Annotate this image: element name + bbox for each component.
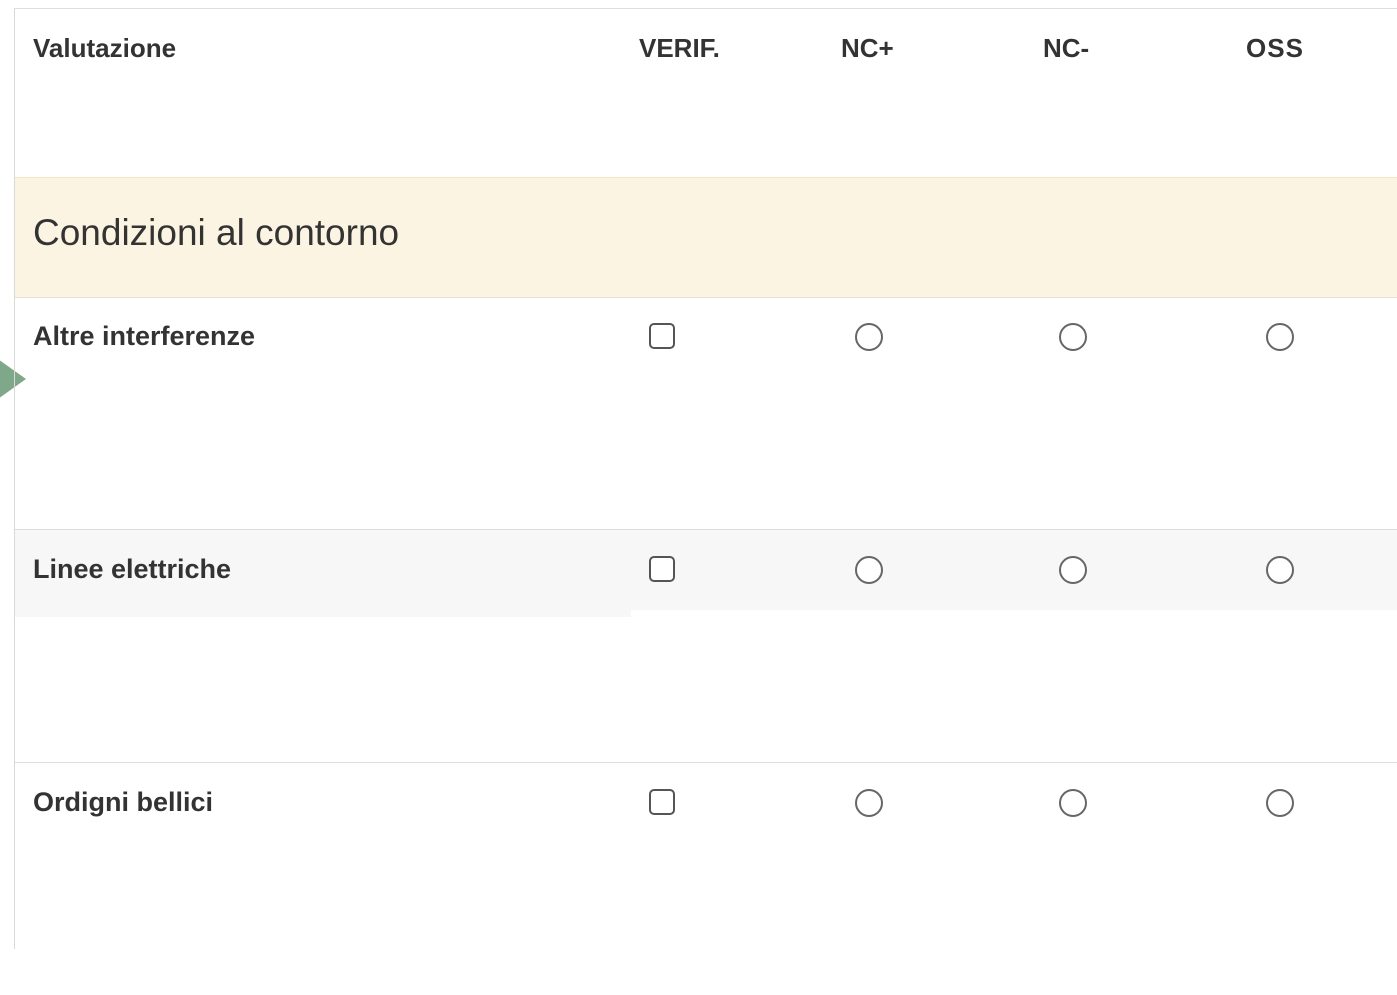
table-row: Linee elettriche	[15, 530, 1397, 763]
section-header: Condizioni al contorno	[15, 177, 1397, 298]
row-label: Altre interferenze	[33, 321, 256, 351]
oss-radio[interactable]	[1266, 556, 1294, 584]
column-header-nc-plus: NC+	[841, 33, 894, 63]
nc-plus-radio[interactable]	[855, 556, 883, 584]
column-header-valutazione: Valutazione	[33, 33, 177, 63]
nc-plus-radio[interactable]	[855, 323, 883, 351]
verif-checkbox[interactable]	[649, 323, 675, 349]
row-label: Linee elettriche	[33, 554, 232, 584]
column-header-nc-minus: NC-	[1043, 33, 1090, 63]
column-header-verif: VERIF.	[639, 33, 720, 63]
nc-plus-radio[interactable]	[855, 789, 883, 817]
table-header: Valutazione VERIF. NC+ NC- OSS	[15, 9, 1397, 177]
section-title: Condizioni al contorno	[33, 212, 400, 253]
evaluation-table: Valutazione VERIF. NC+ NC- OSS Condizion…	[14, 8, 1397, 949]
verif-checkbox[interactable]	[649, 556, 675, 582]
nc-minus-radio[interactable]	[1059, 789, 1087, 817]
nc-minus-radio[interactable]	[1059, 323, 1087, 351]
table-row: Altre interferenze	[15, 297, 1397, 530]
table-row: Ordigni bellici	[15, 763, 1397, 995]
oss-radio[interactable]	[1266, 323, 1294, 351]
verif-checkbox[interactable]	[649, 789, 675, 815]
row-label: Ordigni bellici	[33, 787, 214, 817]
nc-minus-radio[interactable]	[1059, 556, 1087, 584]
oss-radio[interactable]	[1266, 789, 1294, 817]
column-header-oss: OSS	[1246, 33, 1304, 63]
